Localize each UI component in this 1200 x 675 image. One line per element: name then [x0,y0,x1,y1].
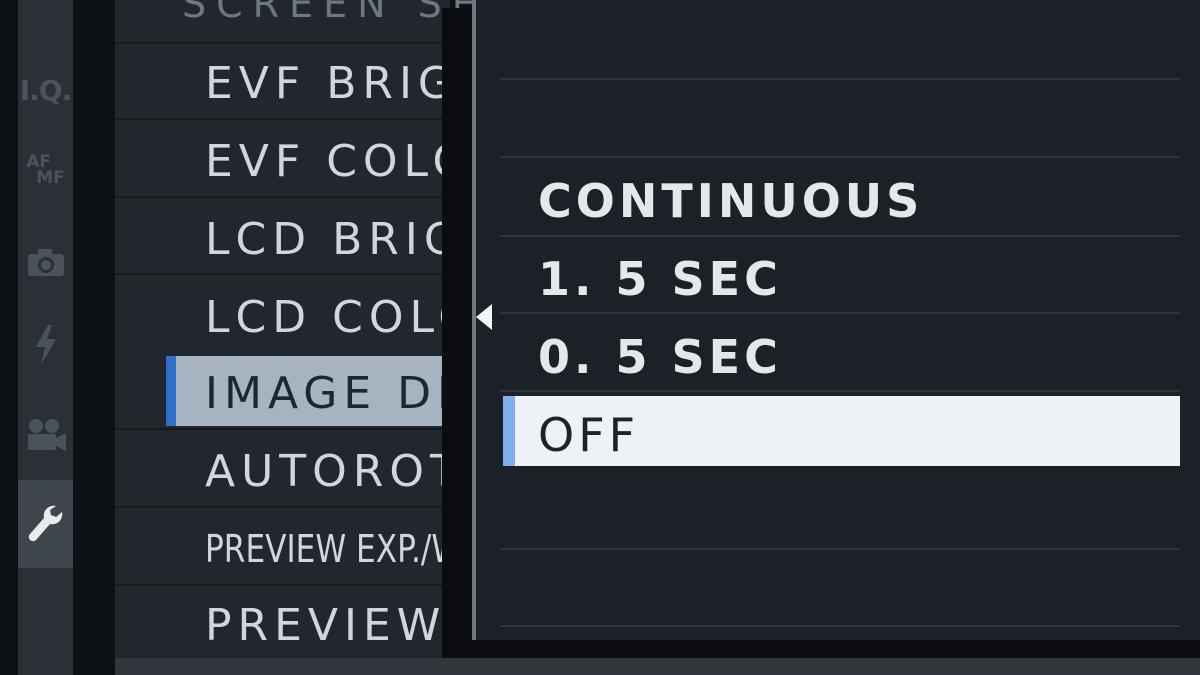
tab-af-mf[interactable]: AF MF [18,130,73,210]
camera-icon [27,249,64,276]
menu-item-evf-brightness[interactable]: EVF BRIG [205,62,458,106]
menu-item-lcd-brightness[interactable]: LCD BRIG [205,218,464,262]
af-mf-icon-bottom: MF [36,168,65,188]
menu-tab-column: I.Q. AF MF [18,0,73,675]
wrench-icon [28,505,62,542]
popup-divider [500,235,1180,237]
tab-image-quality[interactable]: I.Q. [18,50,73,130]
option-off[interactable]: OFF [538,412,639,458]
menu-item-lcd-color[interactable]: LCD COLO [205,296,479,340]
popup-divider [500,78,1180,80]
af-mf-icon: AF MF [26,154,65,188]
menu-item-preview[interactable]: PREVIEW [205,604,446,648]
left-arrow-icon [476,304,492,330]
popup-divider [500,625,1180,627]
tab-shooting[interactable] [18,222,73,302]
section-title: SCREEN SE [182,0,486,26]
popup-divider [500,390,1180,392]
bottom-strip [115,658,1200,675]
option-continuous[interactable]: CONTINUOUS [538,178,923,224]
option-0-5-sec[interactable]: 0. 5 SEC [538,334,782,380]
movie-camera-icon [27,419,66,451]
options-popup [472,0,1200,640]
tab-setup[interactable] [18,480,73,568]
menu-item-preview-exp[interactable]: PREVIEW EXP./W [205,530,462,568]
menu-item-image-disp[interactable]: IMAGE DI [205,372,456,416]
popup-divider [500,312,1180,314]
tab-flash[interactable] [18,305,73,385]
popup-divider [500,156,1180,158]
menu-item-evf-color[interactable]: EVF COLO [205,140,473,184]
popup-divider [500,548,1180,550]
tab-movie[interactable] [18,395,73,475]
image-quality-icon: I.Q. [19,73,72,107]
selection-marker [166,356,176,426]
flash-icon [35,325,56,365]
option-selection-marker [503,396,515,466]
option-1-5-sec[interactable]: 1. 5 SEC [538,256,782,302]
